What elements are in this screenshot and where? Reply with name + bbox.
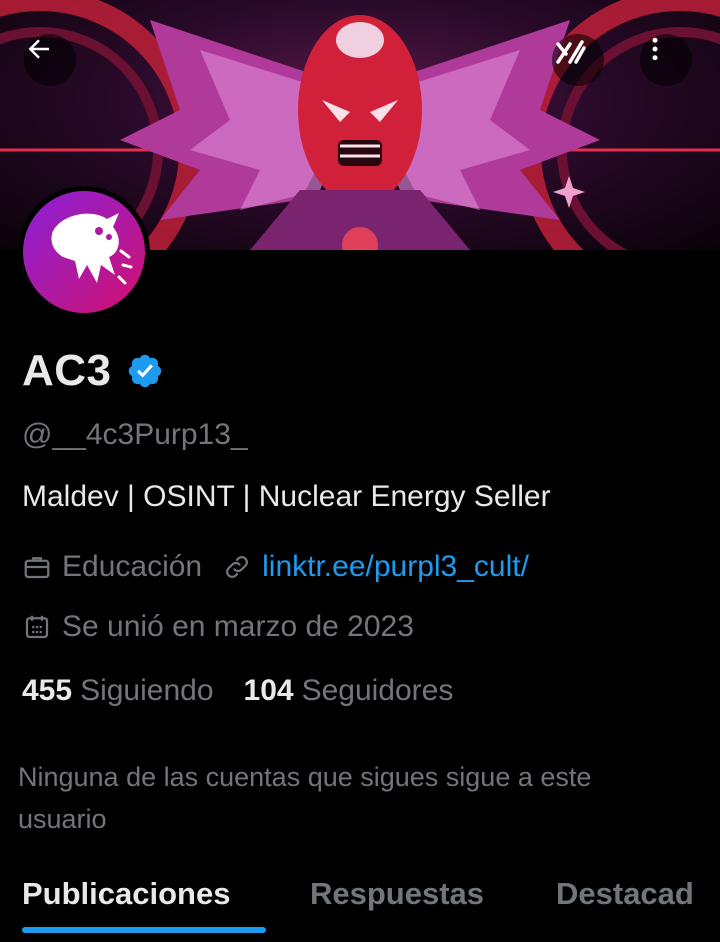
profile-website-link[interactable]: linktr.ee/purpl3_cult/ — [262, 550, 529, 584]
tab-highlights[interactable]: Destacad — [556, 876, 694, 912]
following-label: Siguiendo — [80, 674, 214, 707]
verified-badge-icon[interactable] — [126, 352, 164, 390]
avatar-image — [23, 191, 145, 313]
profile-stats: 455 Siguiendo 104 Seguidores — [22, 674, 453, 708]
grok-icon — [556, 40, 586, 64]
following-stat[interactable]: 455 Siguiendo — [22, 674, 214, 708]
profile-join-row: Se unió en marzo de 2023 — [22, 610, 414, 644]
profile-meta-row: Educación linktr.ee/purpl3_cult/ — [22, 550, 529, 584]
profile-joined-date: Se unió en marzo de 2023 — [62, 610, 414, 643]
avatar[interactable] — [18, 186, 150, 318]
link-icon — [226, 556, 249, 578]
followers-count: 104 — [243, 674, 294, 707]
profile-bio: Maldev | OSINT | Nuclear Energy Seller — [22, 480, 551, 513]
profile-handle: @__4c3Purp13_ — [22, 418, 248, 451]
profile-name-row: AC3 — [22, 346, 164, 396]
active-tab-indicator — [22, 927, 266, 933]
display-name: AC3 — [22, 346, 112, 395]
following-count: 455 — [22, 674, 73, 707]
profile-tabs: Publicaciones Respuestas Destacad — [0, 870, 720, 942]
more-vertical-icon — [652, 37, 658, 61]
more-options-button[interactable] — [640, 34, 692, 86]
tab-replies[interactable]: Respuestas — [310, 876, 484, 912]
back-button[interactable] — [24, 34, 76, 86]
profile-category: Educación — [62, 550, 203, 583]
briefcase-icon — [24, 557, 50, 579]
ghost-logo-icon — [51, 213, 133, 285]
followers-stat[interactable]: 104 Seguidores — [244, 674, 454, 708]
grok-button[interactable] — [552, 34, 604, 86]
calendar-icon — [25, 615, 49, 639]
arrow-left-icon — [28, 39, 49, 59]
tab-posts[interactable]: Publicaciones — [22, 876, 230, 912]
followed-by-note: Ninguna de las cuentas que sigues sigue … — [18, 762, 592, 834]
followers-label: Seguidores — [301, 674, 454, 707]
